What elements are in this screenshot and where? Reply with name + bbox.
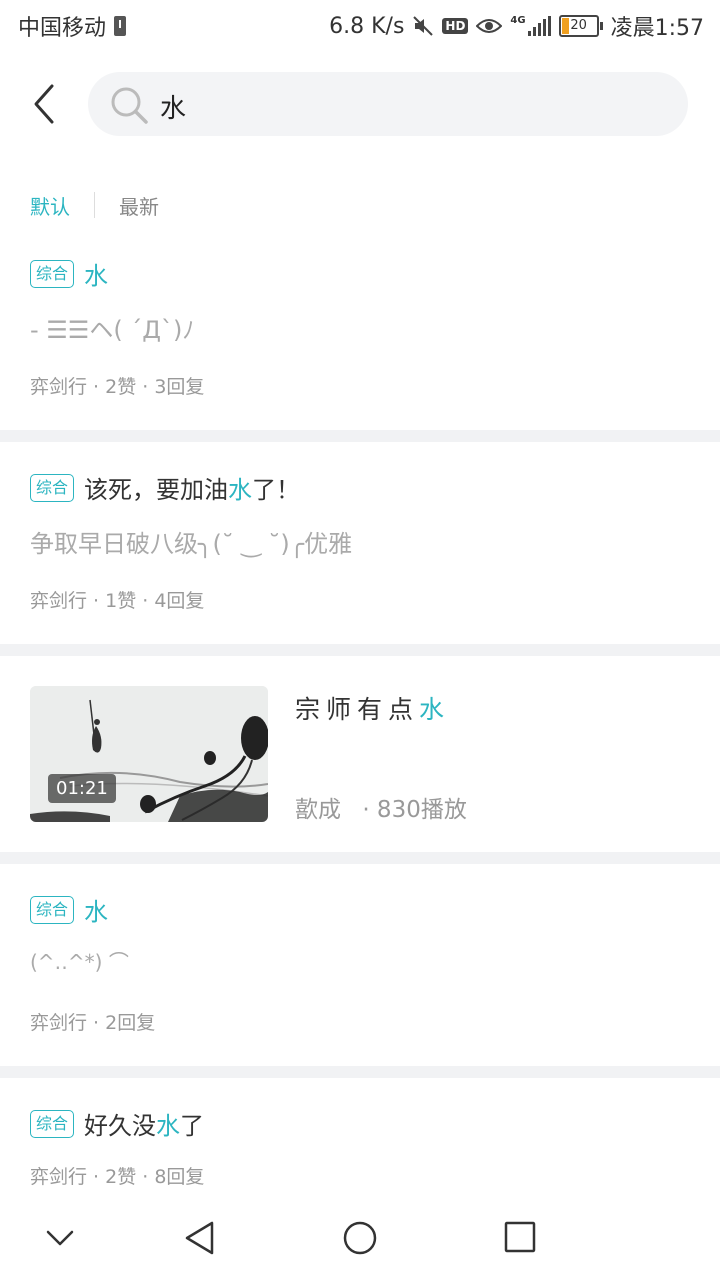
title-highlight: 水 [84, 898, 109, 926]
battery-icon: 20 [558, 15, 603, 37]
item-meta: 弈剑行 · 2赞 · 8回复 [30, 1166, 205, 1188]
mute-icon [413, 16, 434, 36]
item-meta: 弈剑行 · 2回复 [30, 1012, 156, 1034]
divider [0, 852, 720, 864]
video-title: 宗师有点水 [295, 690, 450, 726]
video-title-text: 宗师有点 [295, 695, 420, 724]
divider [0, 430, 720, 442]
system-nav-bar [0, 1200, 720, 1280]
video-duration: 01:21 [48, 774, 116, 803]
home-circle-icon[interactable] [341, 1220, 379, 1258]
video-author: 歖成 [295, 797, 341, 823]
category-tag: 综合 [30, 895, 75, 924]
category-tag: 综合 [30, 259, 75, 288]
status-bar: 中国移动 6.8 K/s HD 4G 20 凌晨1:57 [0, 0, 720, 50]
search-query: 水 [160, 94, 187, 124]
title-highlight: 水 [419, 695, 451, 724]
video-plays: · 830播放 [362, 797, 467, 823]
tab-divider [94, 192, 95, 218]
title-text: 好久没 [84, 1112, 157, 1140]
recents-square-icon[interactable] [503, 1220, 537, 1256]
divider [0, 1066, 720, 1078]
item-excerpt: 争取早日破八级╮(˘ ‿ ˘)╭优雅 [30, 530, 353, 558]
title-highlight: 水 [228, 476, 253, 504]
category-tag: 综合 [30, 1109, 75, 1138]
eye-icon [476, 19, 503, 33]
signal-icon [527, 16, 551, 36]
item-title: 综合 好久没水了 [30, 1106, 204, 1141]
sort-tabs: 默认 最新 [30, 190, 159, 220]
video-meta: 歖成 · 830播放 [295, 790, 467, 824]
item-excerpt: - ☰☰ヘ( ´Д`)ﾉ [30, 316, 195, 344]
status-left: 中国移动 [18, 10, 127, 42]
title-text: 该死，要加油 [84, 476, 229, 504]
back-button[interactable] [28, 82, 68, 126]
back-arrow-icon [34, 84, 54, 124]
tab-latest[interactable]: 最新 [119, 191, 159, 220]
search-icon [111, 87, 148, 124]
title-text-end: 了！ [252, 476, 301, 504]
network-speed: 6.8 K/s [329, 13, 405, 39]
item-excerpt: (^‥^*) ⌒ [30, 950, 129, 974]
tab-default[interactable]: 默认 [30, 191, 70, 220]
network-type: 4G [510, 15, 526, 26]
item-title: 综合 水 [30, 892, 108, 927]
clock: 凌晨1:57 [610, 16, 704, 41]
item-meta: 弈剑行 · 2赞 · 3回复 [30, 376, 205, 398]
back-triangle-icon[interactable] [182, 1220, 218, 1256]
carrier-label: 中国移动 [18, 16, 107, 41]
title-text-end: 了 [180, 1112, 205, 1140]
hd-icon: HD [442, 18, 469, 34]
category-tag: 综合 [30, 473, 75, 502]
search-input[interactable]: 水 [88, 72, 688, 136]
item-title: 综合 水 [30, 256, 108, 291]
sim-icon [114, 16, 127, 36]
title-highlight: 水 [84, 262, 109, 290]
video-thumbnail[interactable]: 01:21 [30, 686, 268, 822]
title-highlight: 水 [156, 1112, 181, 1140]
divider [0, 644, 720, 656]
battery-level: 20 [570, 18, 587, 33]
item-title: 综合 该死，要加油水了！ [30, 470, 300, 505]
status-right: 6.8 K/s HD 4G 20 凌晨1:57 [329, 10, 704, 42]
chevron-down-icon[interactable] [44, 1220, 76, 1256]
item-meta: 弈剑行 · 1赞 · 4回复 [30, 590, 205, 612]
